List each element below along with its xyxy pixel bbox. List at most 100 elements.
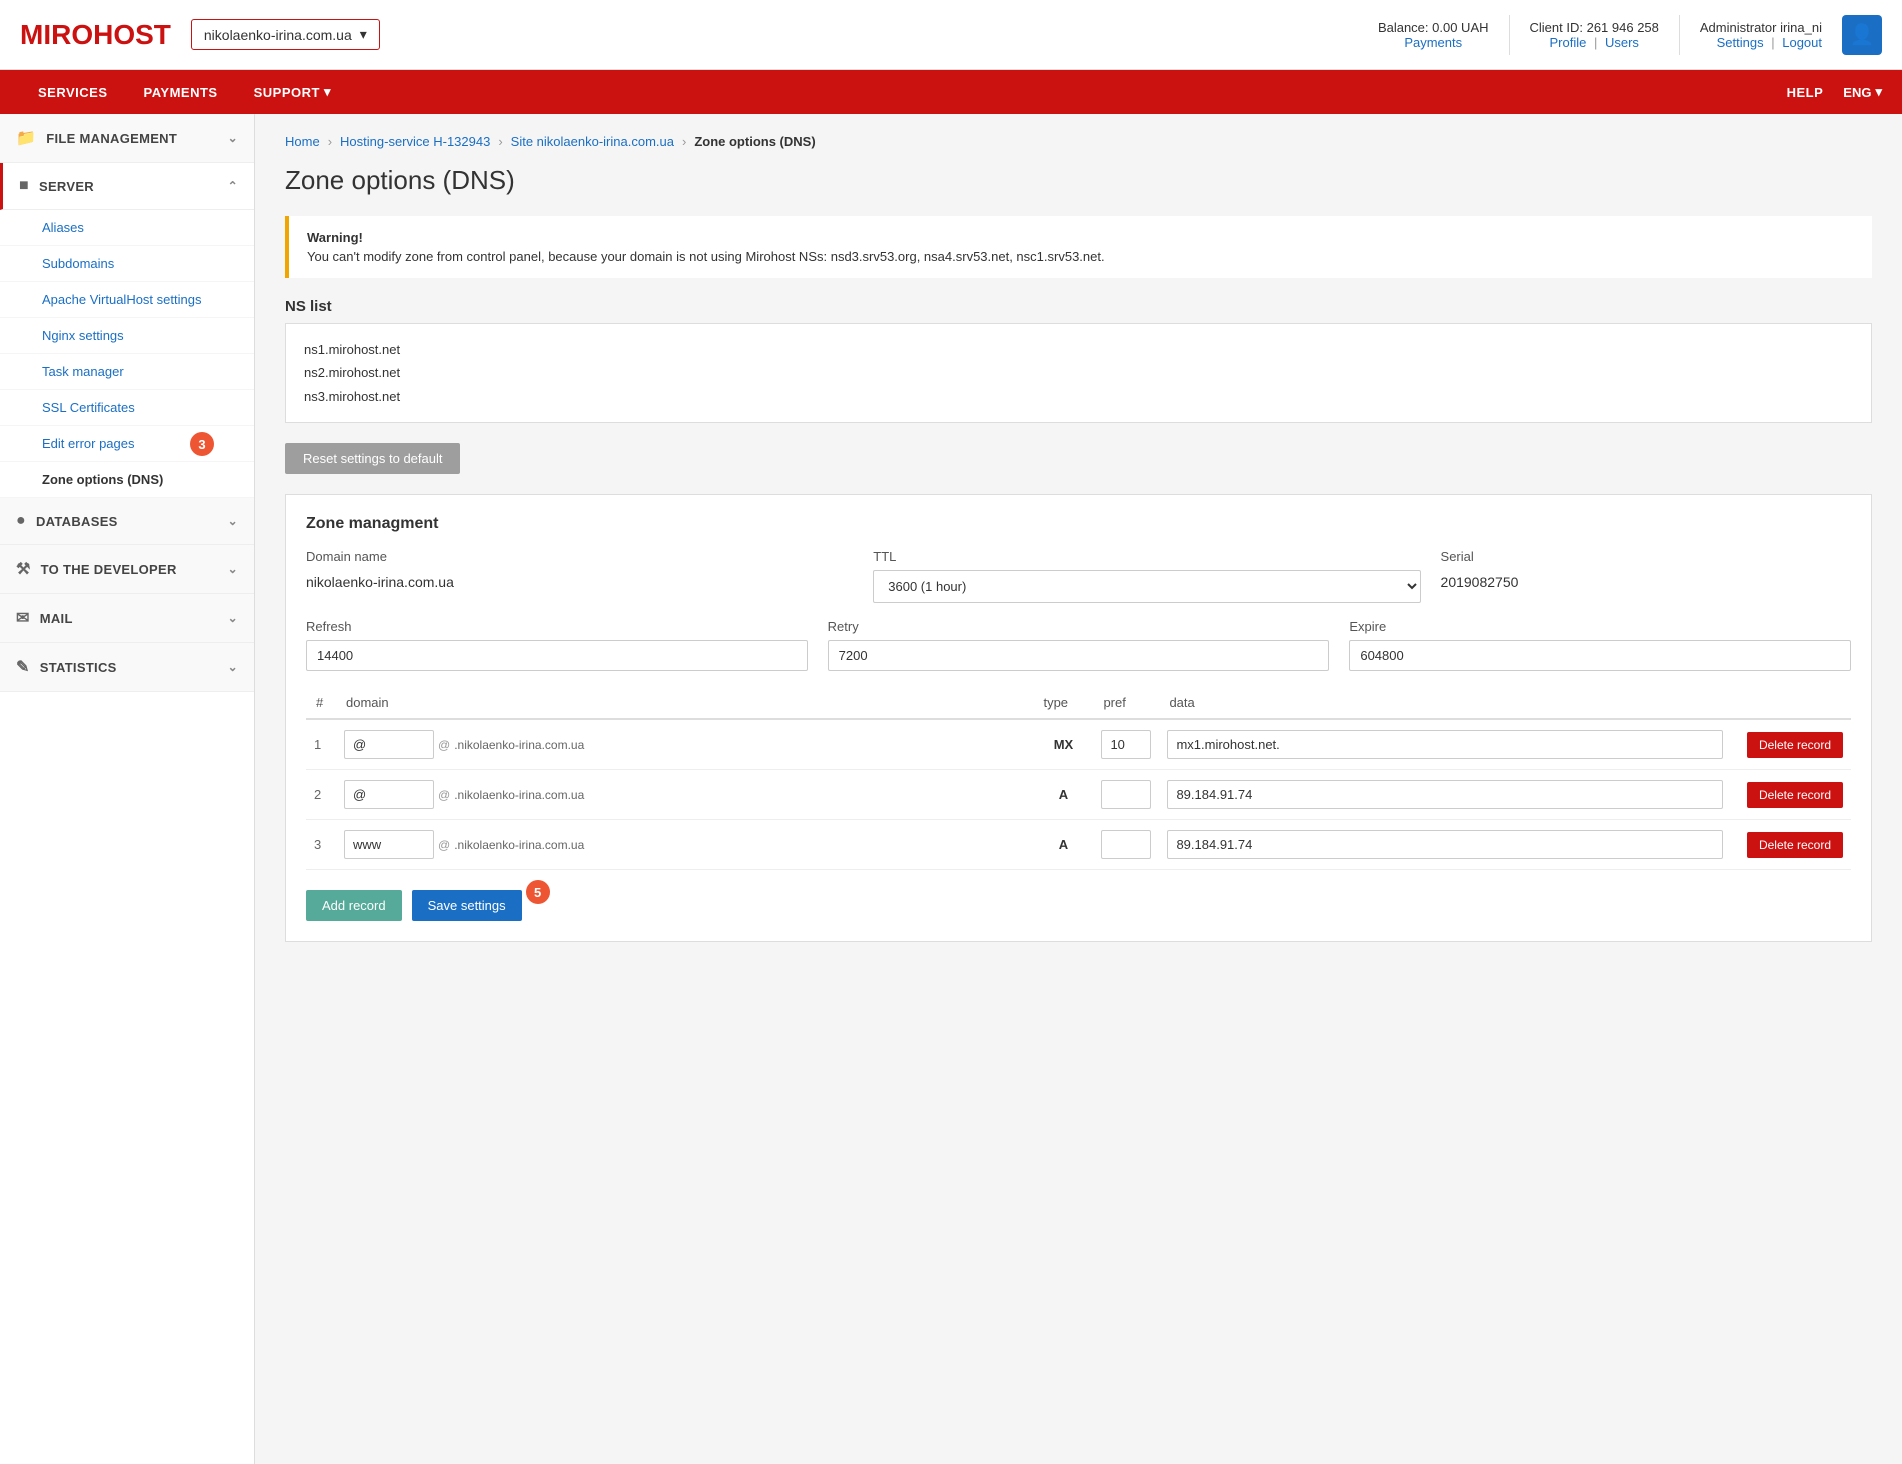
row-num: 3: [306, 820, 336, 870]
warning-text: You can't modify zone from control panel…: [307, 249, 1854, 264]
serial-value: 2019082750: [1441, 570, 1851, 590]
nav-support-label: SUPPORT: [254, 85, 320, 100]
nav-bar: SERVICES PAYMENTS SUPPORT ▾ HELP ENG ▾: [0, 70, 1902, 114]
domain-suffix: .nikolaenko-irina.com.ua: [454, 788, 584, 802]
sidebar-item-zone-options[interactable]: Zone options (DNS): [0, 462, 254, 498]
domain-name-label: Domain name: [306, 549, 853, 564]
data-input[interactable]: [1167, 730, 1723, 759]
admin-links: Settings | Logout: [1700, 35, 1822, 50]
ns3: ns3.mirohost.net: [304, 385, 1853, 408]
nav-payments[interactable]: PAYMENTS: [126, 70, 236, 114]
domain-suffix: .nikolaenko-irina.com.ua: [454, 838, 584, 852]
logout-link[interactable]: Logout: [1782, 35, 1822, 50]
sidebar-item-apache[interactable]: Apache VirtualHost settings: [0, 282, 254, 318]
lang-label: ENG: [1843, 85, 1871, 100]
users-link[interactable]: Users: [1605, 35, 1639, 50]
domain-prefix-input[interactable]: [344, 780, 434, 809]
pref-input[interactable]: [1101, 730, 1151, 759]
row-pref: [1093, 770, 1159, 820]
domain-name-value: nikolaenko-irina.com.ua: [306, 570, 853, 590]
payments-link[interactable]: Payments: [1404, 35, 1462, 50]
pref-input[interactable]: [1101, 830, 1151, 859]
ttl-label: TTL: [873, 549, 1420, 564]
nav-services[interactable]: SERVICES: [20, 70, 126, 114]
chevron-stats-icon: ⌄: [228, 660, 238, 674]
sidebar-item-file-management[interactable]: 📁 FILE MANAGEMENT ⌄: [0, 114, 254, 163]
domain-prefix-input[interactable]: [344, 830, 434, 859]
breadcrumb-sep2: ›: [498, 134, 502, 149]
sidebar-item-edit-error-pages[interactable]: Edit error pages 3: [0, 426, 254, 462]
col-type-header: type: [1033, 687, 1093, 719]
form-group-retry: Retry: [828, 619, 1330, 671]
sidebar-item-subdomains[interactable]: Subdomains: [0, 246, 254, 282]
sidebar-server-label: SERVER: [39, 179, 94, 194]
ns-list-section: NS list ns1.mirohost.net ns2.mirohost.ne…: [285, 298, 1872, 423]
expire-input[interactable]: [1349, 640, 1851, 671]
refresh-input[interactable]: [306, 640, 808, 671]
table-row: 1 @ .nikolaenko-irina.com.ua MX Delete: [306, 719, 1851, 770]
logo-black: MIRO: [20, 19, 93, 50]
sidebar-item-ssl[interactable]: SSL Certificates: [0, 390, 254, 426]
row-action: Delete record: [1731, 770, 1851, 820]
row-pref: [1093, 719, 1159, 770]
domain-selector[interactable]: nikolaenko-irina.com.ua ▾: [191, 19, 380, 50]
breadcrumb-hosting[interactable]: Hosting-service H-132943: [340, 134, 490, 149]
pref-input[interactable]: [1101, 780, 1151, 809]
form-group-expire: Expire: [1349, 619, 1851, 671]
expire-label: Expire: [1349, 619, 1851, 634]
domain-suffix: .nikolaenko-irina.com.ua: [454, 738, 584, 752]
ns2: ns2.mirohost.net: [304, 361, 1853, 384]
sidebar-item-aliases[interactable]: Aliases: [0, 210, 254, 246]
breadcrumb-home[interactable]: Home: [285, 134, 320, 149]
breadcrumb-sep3: ›: [682, 134, 686, 149]
reset-settings-button[interactable]: Reset settings to default: [285, 443, 460, 474]
logo-red: HOST: [93, 19, 171, 50]
chevron-down-icon-lang: ▾: [1875, 84, 1882, 100]
retry-input[interactable]: [828, 640, 1330, 671]
save-settings-button[interactable]: Save settings 5: [412, 890, 522, 921]
chevron-mail-icon: ⌄: [228, 611, 238, 625]
breadcrumb-site[interactable]: Site nikolaenko-irina.com.ua: [511, 134, 674, 149]
action-buttons: Add record Save settings 5: [306, 890, 1851, 921]
data-input[interactable]: [1167, 830, 1723, 859]
server-icon: ■: [19, 177, 29, 195]
divider-pipe: |: [1594, 35, 1601, 50]
form-group-domain: Domain name nikolaenko-irina.com.ua: [306, 549, 853, 590]
header-client-links: Profile | Users: [1530, 35, 1659, 50]
sidebar-item-mail[interactable]: ✉ MAIL ⌄: [0, 594, 254, 643]
domain-selector-value: nikolaenko-irina.com.ua: [204, 27, 352, 43]
delete-record-button[interactable]: Delete record: [1747, 832, 1843, 858]
delete-record-button[interactable]: Delete record: [1747, 782, 1843, 808]
chevron-up-icon: ⌃: [228, 179, 238, 193]
warning-box: Warning! You can't modify zone from cont…: [285, 216, 1872, 278]
ttl-select[interactable]: 3600 (1 hour): [873, 570, 1420, 603]
badge-3: 3: [190, 432, 214, 456]
nav-help[interactable]: HELP: [1777, 70, 1834, 114]
data-input[interactable]: [1167, 780, 1723, 809]
top-header: MIROHOST nikolaenko-irina.com.ua ▾ Balan…: [0, 0, 1902, 70]
chevron-down-icon: ▾: [360, 26, 367, 43]
add-record-button[interactable]: Add record: [306, 890, 402, 921]
client-id-label: Client ID: 261 946 258: [1530, 20, 1659, 35]
language-selector[interactable]: ENG ▾: [1843, 84, 1882, 100]
ns-list-title: NS list: [285, 298, 1872, 315]
sidebar-item-nginx[interactable]: Nginx settings: [0, 318, 254, 354]
serial-label: Serial: [1441, 549, 1851, 564]
folder-icon: 📁: [16, 128, 36, 148]
sidebar-item-statistics[interactable]: ✎ STATISTICS ⌄: [0, 643, 254, 692]
sidebar-item-server[interactable]: ■ SERVER ⌃: [0, 163, 254, 210]
sidebar-item-developer[interactable]: ⚒ TO THE DEVELOPER ⌄: [0, 545, 254, 594]
sidebar-item-task-manager[interactable]: Task manager: [0, 354, 254, 390]
profile-link[interactable]: Profile: [1549, 35, 1586, 50]
nav-support[interactable]: SUPPORT ▾: [236, 70, 349, 114]
row-data: [1159, 820, 1731, 870]
sidebar-item-databases[interactable]: ● DATABASES ⌄: [0, 498, 254, 545]
sidebar-statistics-label: STATISTICS: [40, 660, 117, 675]
row-type: MX: [1033, 719, 1093, 770]
domain-prefix-input[interactable]: [344, 730, 434, 759]
delete-record-button[interactable]: Delete record: [1747, 732, 1843, 758]
settings-link[interactable]: Settings: [1717, 35, 1764, 50]
logo[interactable]: MIROHOST: [20, 19, 171, 51]
row-data: [1159, 770, 1731, 820]
at-sign: @: [438, 838, 450, 852]
